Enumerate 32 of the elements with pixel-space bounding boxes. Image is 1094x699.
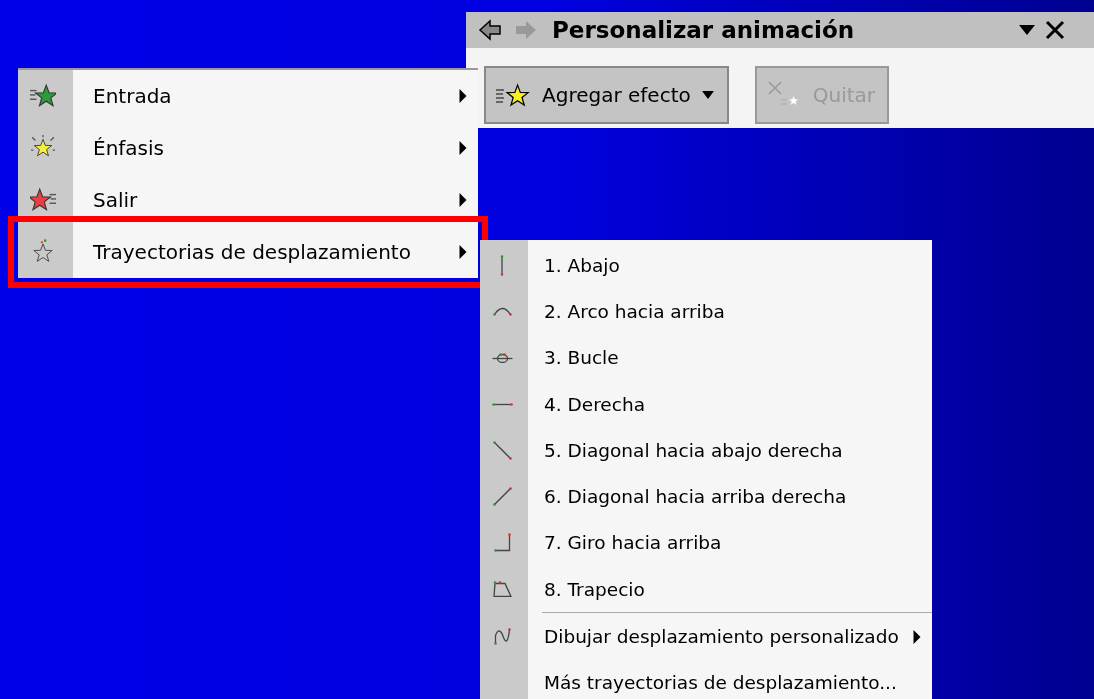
trapezoid-path-icon [492,580,512,598]
freeform-path-icon [493,628,511,645]
close-icon[interactable] [1044,20,1066,40]
add-effect-button[interactable]: Agregar efecto [484,66,729,124]
menu-item[interactable]: 5. Diagonal hacia abajo derecha [480,427,932,474]
menu-item[interactable]: Énfasis [18,122,478,174]
task-pane-title: Personalizar animación [552,17,855,43]
menu-item[interactable]: 4. Derecha [480,380,932,428]
star-lines-icon [30,187,56,213]
diag-up-path-icon [492,487,512,507]
menu-item[interactable]: 2. Arco hacia arriba [480,288,932,335]
menu-item[interactable]: Trayectorias de desplazamiento [18,226,478,278]
menu-item[interactable]: Dibujar desplazamiento personalizado [480,613,932,660]
menu-item[interactable]: 1. Abajo [480,242,932,289]
diag-down-path-icon [492,440,512,460]
menu-item[interactable]: 3. Bucle [480,334,932,381]
loop-path-icon [491,352,513,363]
arc-path-icon [492,306,512,316]
dropdown-caret-icon[interactable] [1018,24,1036,36]
menu-item[interactable]: Entrada [18,70,478,122]
menu-item[interactable]: 7. Giro hacia arriba [480,519,932,567]
menu-item[interactable]: Salir [18,174,478,226]
back-arrow-icon[interactable] [478,19,504,41]
star-outline-icon [30,239,56,265]
menu-item[interactable]: 8. Trapecio [480,566,932,613]
menu-item[interactable]: Más trayectorias de desplazamiento... [480,659,932,699]
menu-item[interactable]: 6. Diagonal hacia arriba derecha [480,473,932,520]
caret-icon [700,90,715,100]
turn-up-path-icon [493,533,511,553]
star-lines-icon [30,83,56,109]
right-path-icon [491,402,513,406]
down-path-icon [500,254,504,276]
